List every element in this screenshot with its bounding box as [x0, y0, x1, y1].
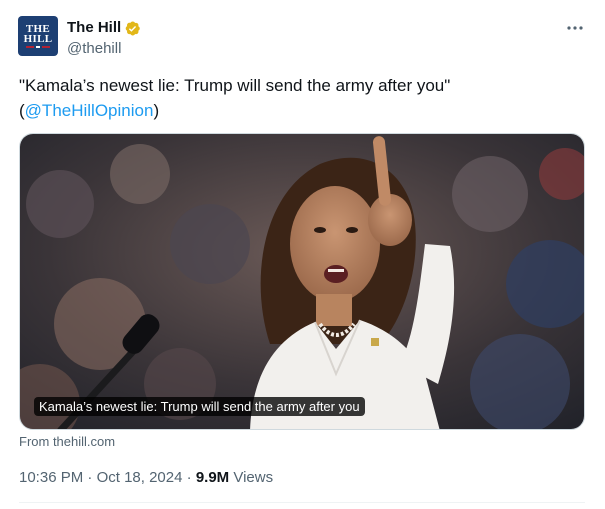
avatar[interactable]: THE HILL: [18, 16, 58, 56]
meta-separator: ·: [83, 469, 97, 486]
link-card-caption: Kamala’s newest lie: Trump will send the…: [34, 397, 365, 416]
mention-link[interactable]: @TheHillOpinion: [25, 101, 154, 120]
account-handle[interactable]: @thehill: [67, 40, 121, 58]
tweet-date[interactable]: Oct 18, 2024: [97, 469, 183, 486]
display-name[interactable]: The Hill: [67, 18, 121, 38]
divider: [19, 502, 585, 503]
link-card-image[interactable]: Kamala’s newest lie: Trump will send the…: [19, 133, 585, 430]
tweet-time[interactable]: 10:36 PM: [19, 469, 83, 486]
views-count: 9.9M: [195, 469, 230, 486]
views-label: Views: [229, 469, 274, 486]
tweet-text: "Kamala’s newest lie: Trump will send th…: [19, 73, 579, 123]
tweet-text-tail: ): [153, 101, 160, 120]
link-source[interactable]: From thehill.com: [19, 433, 115, 450]
avatar-text-top: THE: [25, 22, 51, 35]
meta-separator: ·: [182, 469, 196, 486]
avatar-flag-rule: [25, 46, 51, 49]
tweet-card: THE HILL The Hill @thehill "Kamala’s new…: [0, 0, 605, 509]
verified-badge-icon: [125, 20, 140, 35]
speaker-photo: [20, 134, 584, 429]
tweet-meta: 10:36 PM · Oct 18, 2024 · 9.9M Views: [19, 468, 273, 488]
account-name-row[interactable]: The Hill: [67, 18, 141, 38]
avatar-text-bottom: HILL: [23, 32, 53, 45]
more-horizontal-icon[interactable]: [565, 18, 585, 38]
